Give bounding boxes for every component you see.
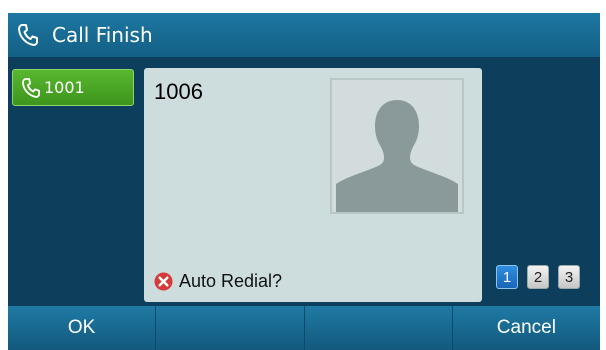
- phone-handset-icon: [17, 24, 39, 46]
- softkey-bar: OK Cancel: [8, 306, 600, 350]
- contact-avatar: [330, 78, 464, 214]
- phone-screen: Call Finish 1001 1006 Auto Redial? 1 2 3: [8, 13, 600, 350]
- auto-redial-label: Auto Redial?: [179, 271, 283, 291]
- page-indicator: 1 2 3: [496, 265, 589, 289]
- auto-redial-prompt: Auto Redial?: [154, 271, 282, 292]
- call-number: 1006: [154, 79, 203, 104]
- call-info-card: 1006 Auto Redial?: [144, 68, 482, 302]
- account-button-1001[interactable]: 1001: [12, 69, 134, 106]
- close-icon: [154, 272, 173, 291]
- title-bar: Call Finish: [8, 13, 600, 57]
- softkey-2[interactable]: [156, 306, 305, 350]
- screen-title: Call Finish: [52, 23, 153, 47]
- account-label: 1001: [44, 78, 85, 97]
- page-button-3[interactable]: 3: [558, 265, 580, 289]
- cancel-button[interactable]: Cancel: [453, 306, 600, 350]
- softkey-3[interactable]: [305, 306, 453, 350]
- page-button-2[interactable]: 2: [527, 265, 549, 289]
- phone-handset-icon: [22, 77, 42, 98]
- page-button-1[interactable]: 1: [496, 265, 518, 289]
- ok-button[interactable]: OK: [8, 306, 157, 350]
